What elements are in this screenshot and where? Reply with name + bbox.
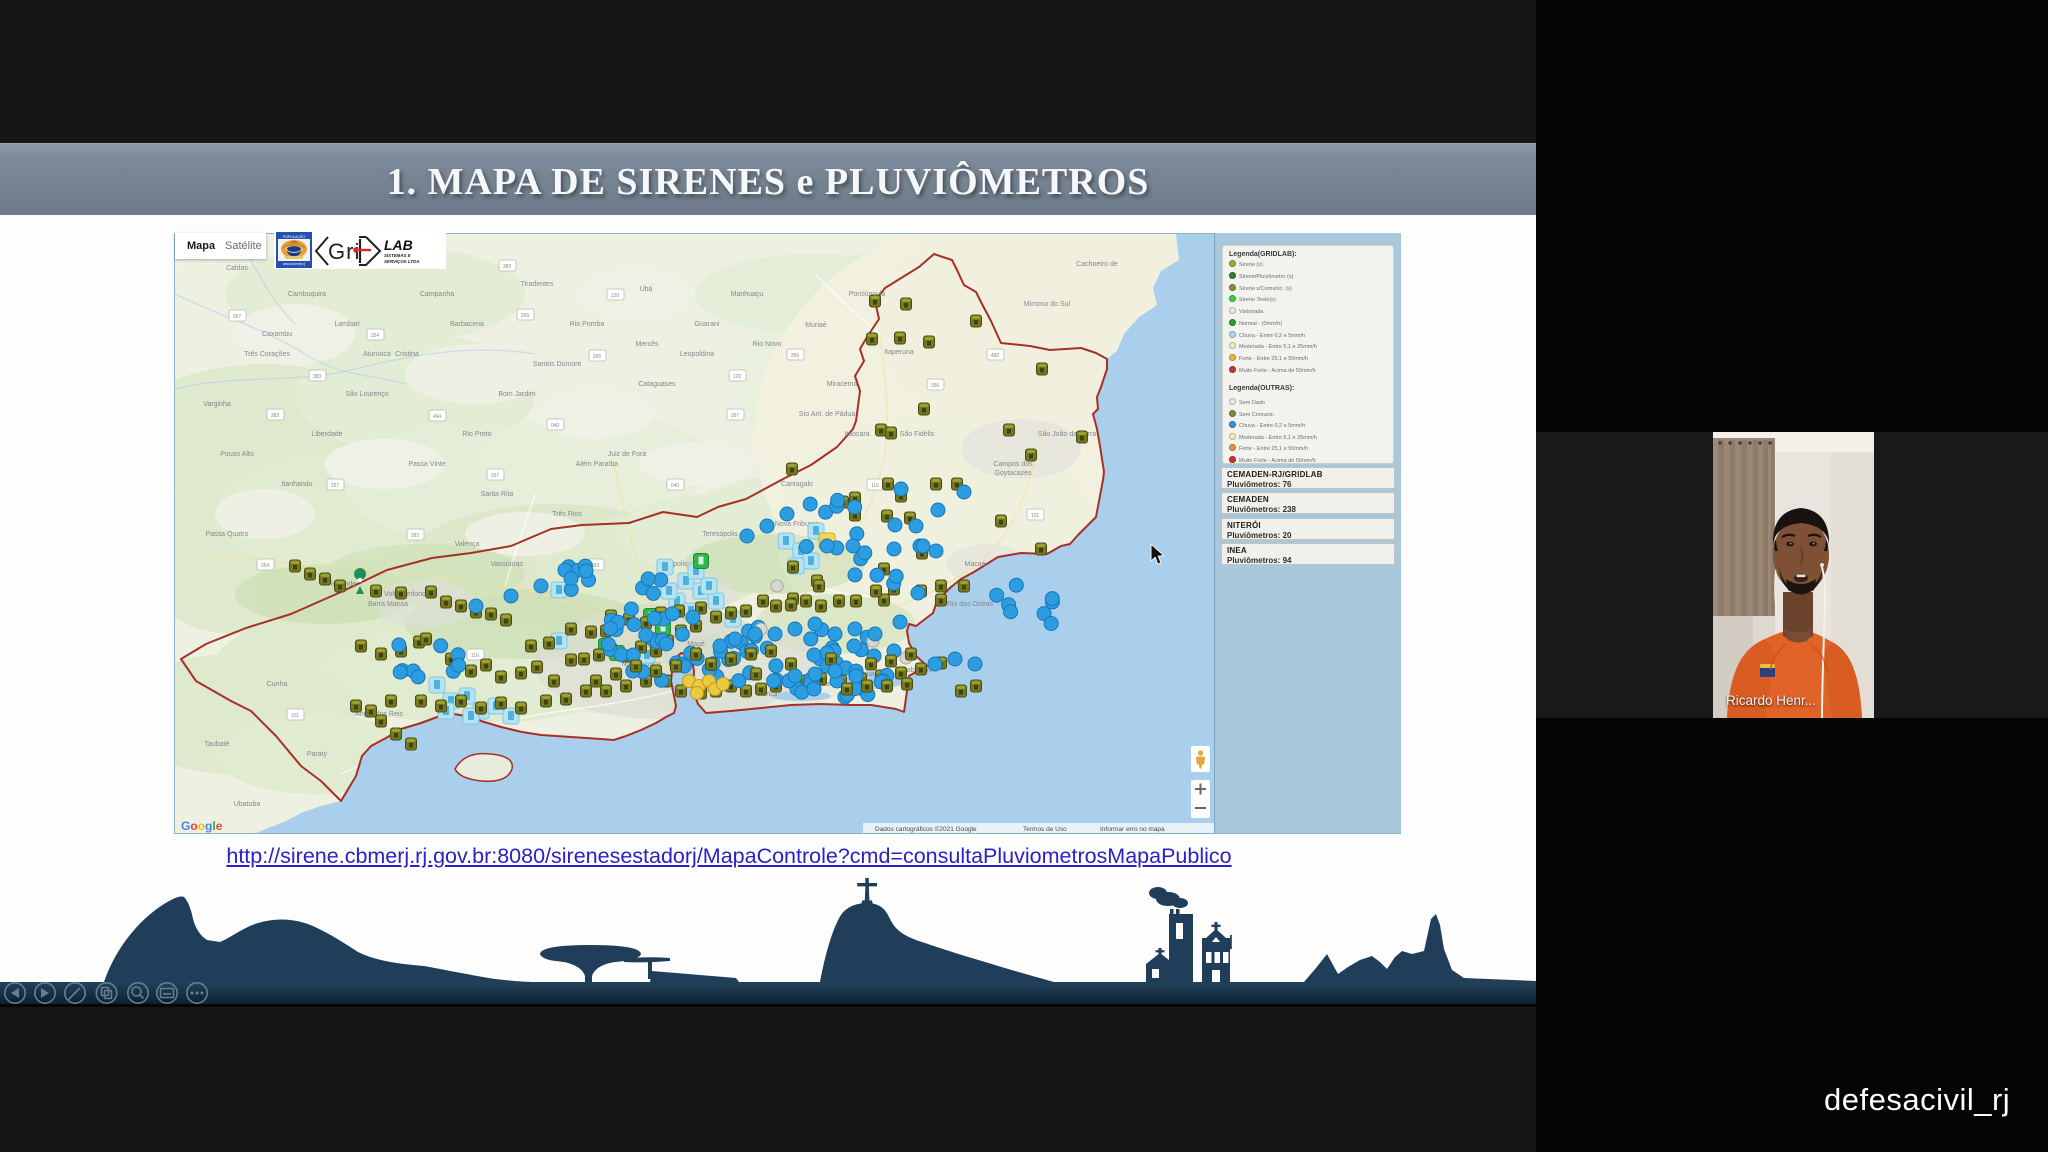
svg-text:Campos dos: Campos dos xyxy=(993,461,1033,468)
svg-text:267: 267 xyxy=(233,314,242,320)
svg-text:267: 267 xyxy=(731,413,740,419)
svg-text:Valença: Valença xyxy=(455,541,480,548)
svg-text:Cambuquira: Cambuquira xyxy=(288,291,326,298)
svg-text:Cristina: Cristina xyxy=(395,351,419,358)
svg-text:Barra Mansa: Barra Mansa xyxy=(368,601,408,608)
svg-text:Santa Rita: Santa Rita xyxy=(481,491,514,498)
svg-text:494: 494 xyxy=(433,414,442,420)
svg-text:Miracema: Miracema xyxy=(827,381,858,388)
svg-text:Ubá: Ubá xyxy=(640,286,653,293)
svg-text:Itaperuna: Itaperuna xyxy=(884,349,914,356)
svg-text:Passa Quatro: Passa Quatro xyxy=(206,531,249,538)
svg-text:Cunha: Cunha xyxy=(267,681,288,688)
svg-text:Guarani: Guarani xyxy=(695,321,720,328)
svg-text:267: 267 xyxy=(331,483,340,489)
svg-text:Rio Preto: Rio Preto xyxy=(462,431,491,438)
svg-text:265: 265 xyxy=(593,354,602,360)
svg-text:Varginha: Varginha xyxy=(203,401,231,408)
svg-text:Rio Pomba: Rio Pomba xyxy=(570,321,605,328)
svg-text:Três Rios: Três Rios xyxy=(552,511,582,518)
svg-text:Mercês: Mercês xyxy=(636,341,659,348)
svg-text:383: 383 xyxy=(313,374,322,380)
svg-text:Juiz de Fora: Juiz de Fora xyxy=(608,451,647,458)
svg-text:Rio das Ostras: Rio das Ostras xyxy=(947,601,994,608)
svg-text:Vassouras: Vassouras xyxy=(491,561,524,568)
svg-text:Ubatuba: Ubatuba xyxy=(234,801,261,808)
svg-text:Barbacena: Barbacena xyxy=(450,321,484,328)
svg-text:www.cbmerj.rj: www.cbmerj.rj xyxy=(283,262,306,266)
svg-text:Santos Dumont: Santos Dumont xyxy=(533,361,581,368)
svg-text:356: 356 xyxy=(791,353,800,359)
svg-text:356: 356 xyxy=(931,383,940,389)
svg-text:Pouso Alto: Pouso Alto xyxy=(220,451,254,458)
svg-text:Macaé: Macaé xyxy=(964,561,985,568)
svg-text:Taubaté: Taubaté xyxy=(205,741,230,748)
svg-text:Caxambu: Caxambu xyxy=(262,331,292,338)
svg-text:Além Paraíba: Além Paraíba xyxy=(576,461,619,468)
svg-text:116: 116 xyxy=(871,483,879,489)
svg-text:267: 267 xyxy=(491,473,500,479)
svg-text:Leopoldina: Leopoldina xyxy=(680,351,714,358)
svg-text:Goytacazes: Goytacazes xyxy=(995,470,1032,477)
svg-text:Teresópolis: Teresópolis xyxy=(702,531,738,538)
svg-text:SERVIÇOS LTDA: SERVIÇOS LTDA xyxy=(384,259,419,264)
svg-text:Termos de Uso: Termos de Uso xyxy=(1023,826,1067,833)
svg-text:Dados cartográficos ©2021 Goog: Dados cartográficos ©2021 Google xyxy=(875,825,977,833)
svg-text:Google: Google xyxy=(181,819,223,833)
svg-text:Informar erro no mapa: Informar erro no mapa xyxy=(1100,826,1165,833)
svg-text:Aiuruoca: Aiuruoca xyxy=(363,351,391,358)
svg-text:São Lourenço: São Lourenço xyxy=(345,391,389,398)
svg-text:Itaocara: Itaocara xyxy=(844,431,869,438)
svg-text:116: 116 xyxy=(471,653,479,659)
svg-text:Passa Vinte: Passa Vinte xyxy=(408,461,445,468)
svg-text:354: 354 xyxy=(371,333,380,339)
svg-text:POPULAÇÃO: POPULAÇÃO xyxy=(283,234,306,239)
svg-text:Paraty: Paraty xyxy=(307,751,328,758)
svg-text:Itanhandu: Itanhandu xyxy=(281,481,312,488)
svg-text:São Fidélis: São Fidélis xyxy=(900,431,935,438)
svg-text:Manhuaçu: Manhuaçu xyxy=(731,291,764,298)
svg-text:Lambari: Lambari xyxy=(334,321,360,328)
svg-text:SISTEMAS E: SISTEMAS E xyxy=(384,253,412,258)
svg-text:LAB: LAB xyxy=(384,237,413,253)
svg-text:120: 120 xyxy=(611,293,620,299)
svg-text:Cantagalo: Cantagalo xyxy=(781,481,813,488)
svg-text:Três Corações: Três Corações xyxy=(244,351,290,358)
svg-text:120: 120 xyxy=(733,374,742,380)
svg-text:Campanha: Campanha xyxy=(420,291,454,298)
svg-text:393: 393 xyxy=(411,533,420,539)
svg-text:Cataguases: Cataguases xyxy=(638,381,676,388)
svg-text:Muriaé: Muriaé xyxy=(805,322,827,329)
svg-text:Liberdade: Liberdade xyxy=(311,431,342,438)
svg-text:383: 383 xyxy=(503,264,512,270)
svg-text:482: 482 xyxy=(991,353,1000,359)
svg-text:101: 101 xyxy=(291,713,300,719)
svg-text:383: 383 xyxy=(271,413,280,419)
svg-text:040: 040 xyxy=(551,423,560,429)
svg-text:101: 101 xyxy=(1031,513,1040,519)
svg-text:Bom Jardim: Bom Jardim xyxy=(498,391,536,398)
svg-text:040: 040 xyxy=(671,483,680,489)
svg-text:Cachoeiro de: Cachoeiro de xyxy=(1076,261,1118,268)
svg-text:Mimoso do Sul: Mimoso do Sul xyxy=(1024,301,1071,308)
svg-text:Tiradentes: Tiradentes xyxy=(521,281,554,288)
svg-text:Rio Novo: Rio Novo xyxy=(753,341,782,348)
svg-text:Volta Redonda: Volta Redonda xyxy=(384,591,430,598)
svg-text:Sto Ant. de Pádua: Sto Ant. de Pádua xyxy=(799,411,856,418)
svg-text:265: 265 xyxy=(521,313,530,319)
svg-text:354: 354 xyxy=(261,563,270,569)
svg-text:Caldas: Caldas xyxy=(226,265,248,272)
